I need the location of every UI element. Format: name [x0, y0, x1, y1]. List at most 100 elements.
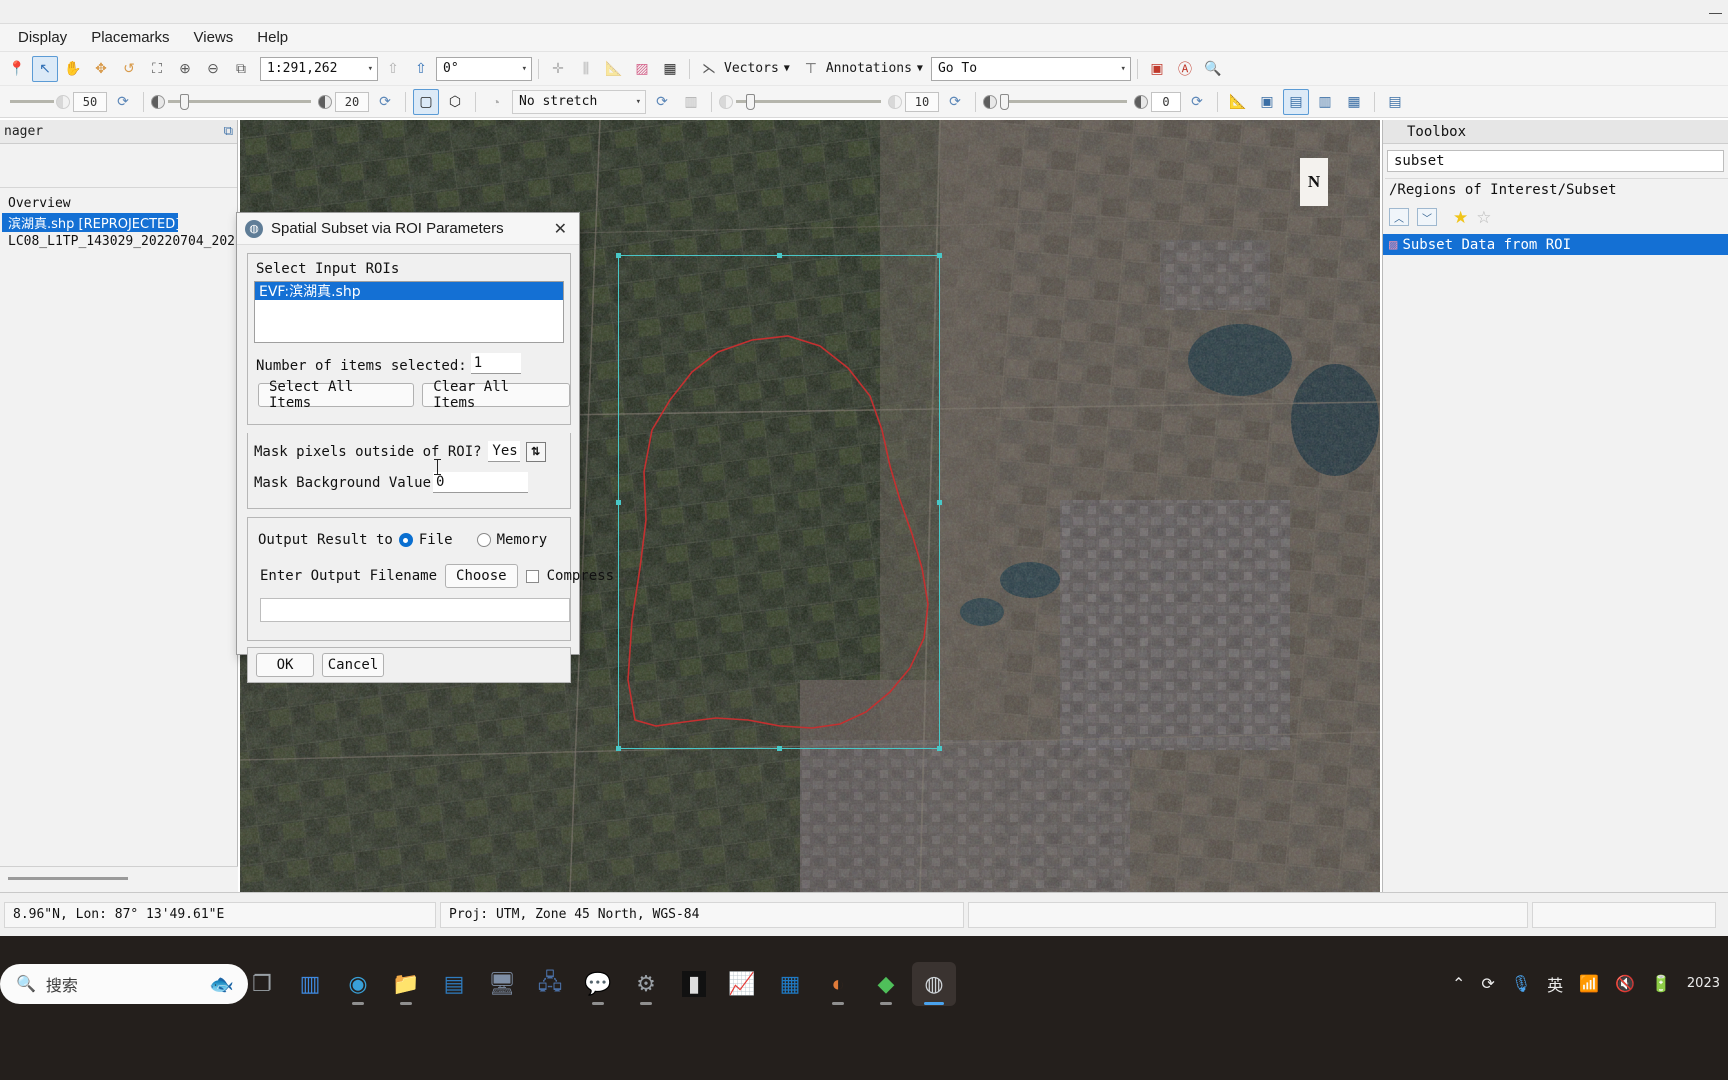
histogram-stretch-icon[interactable]: ▥: [678, 89, 704, 115]
band-threshold-icon[interactable]: ▦: [657, 56, 683, 82]
annotations-menu-label[interactable]: Annotations: [826, 61, 912, 76]
roi-tool-icon[interactable]: ▨: [629, 56, 655, 82]
square-roi-icon[interactable]: ▢: [413, 88, 439, 115]
annotations-icon[interactable]: ⊤: [798, 56, 824, 82]
cancel-button[interactable]: Cancel: [322, 653, 384, 677]
dialog-titlebar[interactable]: ◍ Spatial Subset via ROI Parameters ✕: [237, 213, 579, 245]
reset-sharpen-icon[interactable]: ⟳: [942, 89, 968, 115]
output-file-label[interactable]: File: [419, 532, 453, 548]
roi-listbox[interactable]: EVF:滨湖真.shp: [254, 281, 564, 343]
show-hidden-icons-chevron[interactable]: ⌃: [1452, 974, 1465, 994]
stretch-refresh-icon[interactable]: ◔: [483, 89, 509, 115]
wifi-icon[interactable]: 📶: [1579, 974, 1599, 994]
set-north-icon[interactable]: ⇧: [408, 56, 434, 82]
roi-list-item[interactable]: EVF:滨湖真.shp: [255, 282, 563, 300]
reset-contrast-icon[interactable]: ⟳: [372, 89, 398, 115]
compress-checkbox[interactable]: [525, 569, 539, 583]
view-layout-3-icon[interactable]: ▥: [1312, 89, 1338, 115]
remote-desktop-icon[interactable]: 🖥: [480, 962, 524, 1006]
copilot-shark-icon[interactable]: 🐟: [209, 972, 234, 997]
link-views-icon[interactable]: ▤: [1382, 89, 1408, 115]
brightness-value[interactable]: 50: [73, 91, 107, 112]
menu-placemarks[interactable]: Placemarks: [81, 26, 179, 49]
settings-gear-icon[interactable]: ⚙: [624, 962, 668, 1006]
view-layout-4-icon[interactable]: ▦: [1341, 89, 1367, 115]
toolbox-collapse-icon[interactable]: ︿: [1389, 208, 1409, 226]
volume-muted-icon[interactable]: 🔇: [1615, 974, 1635, 994]
transparency-value[interactable]: 0: [1151, 91, 1181, 112]
transparency-slider[interactable]: [1000, 93, 1127, 110]
brightness-slider[interactable]: [10, 94, 70, 109]
chevron-down-icon[interactable]: ▼: [784, 63, 790, 74]
reset-stretch-icon[interactable]: ⟳: [649, 89, 675, 115]
close-icon[interactable]: ✕: [548, 219, 573, 239]
search-icon[interactable]: 🔍: [1200, 56, 1226, 82]
stretch-type-combo[interactable]: No stretch ▾: [512, 89, 646, 114]
fly-to-icon[interactable]: ✥: [88, 56, 114, 82]
measure-icon[interactable]: 📐: [601, 56, 627, 82]
layer-overview-row[interactable]: Overview: [2, 194, 237, 213]
clear-all-items-button[interactable]: Clear All Items: [422, 379, 570, 411]
microphone-icon[interactable]: 🎙: [1511, 974, 1531, 994]
mask-background-input[interactable]: 0: [433, 472, 529, 493]
taskbar-search-box[interactable]: 🔍 搜索 🐟: [0, 964, 248, 1004]
reset-transparency-icon[interactable]: ⟳: [1184, 89, 1210, 115]
office-icon[interactable]: ▤: [432, 962, 476, 1006]
file-explorer-icon[interactable]: 📁: [384, 962, 428, 1006]
envi-app-icon[interactable]: ◍: [912, 962, 956, 1006]
remove-favorite-icon[interactable]: ☆: [1476, 209, 1491, 226]
zoom-to-fit-icon[interactable]: ⛶: [144, 56, 170, 82]
rotate-icon[interactable]: ↺: [116, 56, 142, 82]
output-memory-label[interactable]: Memory: [497, 532, 548, 548]
ime-language-indicator[interactable]: 英: [1547, 972, 1563, 996]
multi-cursor-icon[interactable]: ⫼: [573, 56, 599, 82]
widgets-icon[interactable]: ▥: [288, 962, 332, 1006]
toolbox-item-subset-data-from-roi[interactable]: ▨ Subset Data from ROI: [1383, 234, 1728, 255]
layer-shapefile-row[interactable]: 滨湖真.shp [REPROJECTED]: [2, 213, 178, 232]
chart-app-icon[interactable]: 📈: [720, 962, 764, 1006]
mask-pixels-toggle-icon[interactable]: ⇅: [525, 441, 546, 462]
zoom-out-icon[interactable]: ⊖: [200, 56, 226, 82]
diamond-app-icon[interactable]: ◆: [864, 962, 908, 1006]
select-all-items-button[interactable]: Select All Items: [258, 379, 415, 411]
spatial-subset-dialog[interactable]: ◍ Spatial Subset via ROI Parameters ✕ Se…: [236, 212, 614, 683]
taskbar-clock[interactable]: 2023: [1687, 976, 1720, 992]
view-layout-1-icon[interactable]: ▣: [1254, 89, 1280, 115]
menu-views[interactable]: Views: [184, 26, 244, 49]
rotate-north-up-icon[interactable]: ⇧: [380, 56, 406, 82]
minimize-button[interactable]: —: [1709, 5, 1722, 20]
pan-hand-icon[interactable]: ✋: [60, 56, 86, 82]
output-memory-radio[interactable]: [476, 533, 491, 547]
output-file-radio[interactable]: [398, 533, 413, 547]
media-app-icon[interactable]: ◐: [816, 962, 860, 1006]
menu-help[interactable]: Help: [247, 26, 298, 49]
rotation-angle-combo[interactable]: 0° ▾: [436, 56, 532, 81]
placemark-pin-icon[interactable]: 📍: [4, 56, 30, 82]
contrast-slider[interactable]: [168, 93, 311, 110]
edge-browser-icon[interactable]: ◉: [336, 962, 380, 1006]
zoom-to-selection-icon[interactable]: ⧉: [228, 56, 254, 82]
undock-panel-icon[interactable]: ⧉: [224, 124, 233, 139]
terminal-icon[interactable]: ▮: [672, 962, 716, 1006]
add-favorite-icon[interactable]: ★: [1453, 209, 1468, 226]
menu-display[interactable]: Display: [8, 26, 77, 49]
layer-landsat-row[interactable]: LC08_L1TP_143029_20220704_2022070: [2, 232, 237, 251]
output-filename-input[interactable]: [260, 598, 570, 622]
vectors-icon[interactable]: ⋋: [696, 56, 722, 82]
go-to-combo[interactable]: Go To ▾: [930, 56, 1131, 81]
contrast-value[interactable]: 20: [335, 91, 369, 112]
chevron-down-icon[interactable]: ▼: [917, 63, 923, 74]
sync-status-icon[interactable]: ⟳: [1481, 974, 1494, 994]
vectors-menu-label[interactable]: Vectors: [724, 61, 779, 76]
scale-bar-icon[interactable]: 📐: [1225, 89, 1251, 115]
vpn-icon[interactable]: 🖧: [528, 962, 572, 1006]
ok-button[interactable]: OK: [256, 653, 314, 677]
map-scale-combo[interactable]: 1:291,262 ▾: [260, 56, 378, 81]
choose-button[interactable]: Choose: [445, 564, 518, 588]
zoom-in-icon[interactable]: ⊕: [172, 56, 198, 82]
portal-icon[interactable]: ▣: [1144, 56, 1170, 82]
database-icon[interactable]: ▦: [768, 962, 812, 1006]
reset-brightness-icon[interactable]: ⟳: [110, 89, 136, 115]
wechat-icon[interactable]: 💬: [576, 962, 620, 1006]
select-arrow-icon[interactable]: ↖: [32, 55, 58, 82]
